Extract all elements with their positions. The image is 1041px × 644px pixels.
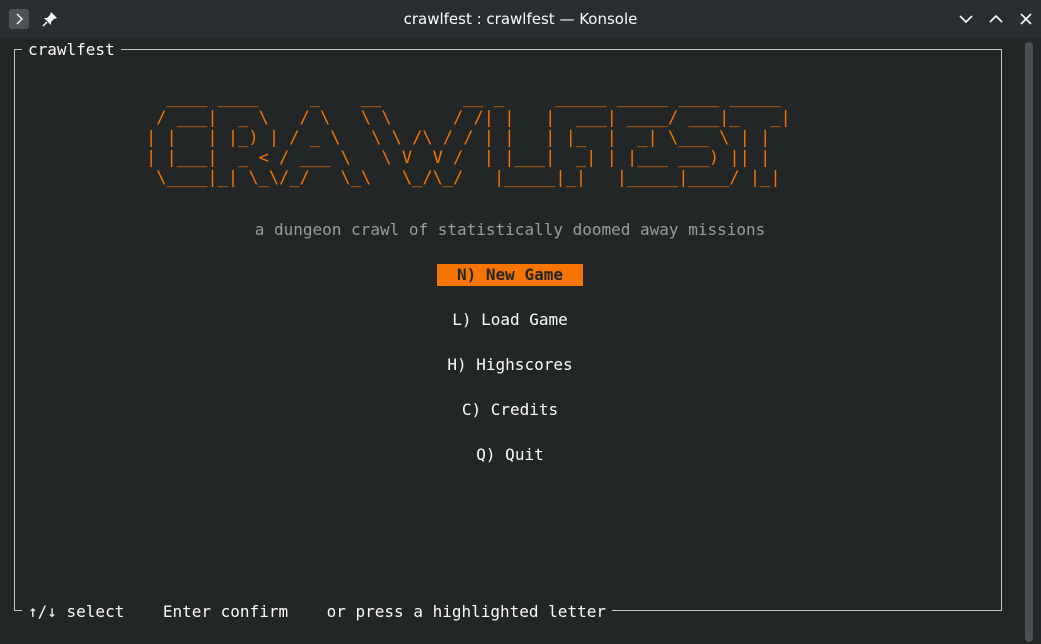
menu-item-new-game[interactable]: N) New Game [0, 264, 1020, 286]
minimize-button[interactable] [956, 9, 976, 29]
menu-item-highscores[interactable]: H) Highscores [0, 354, 1020, 376]
menu-item-label: Q) Quit [476, 445, 544, 464]
chevron-down-icon [959, 15, 973, 24]
chevron-up-icon [989, 14, 1003, 23]
menu-item-load-game[interactable]: L) Load Game [0, 309, 1020, 331]
frame-title: crawlfest [22, 40, 121, 60]
menu-item-label: C) Credits [461, 400, 559, 419]
menu-item-label: L) Load Game [452, 310, 568, 329]
menu-item-label: H) Highscores [447, 355, 573, 374]
close-icon [1020, 13, 1032, 25]
close-button[interactable] [1016, 9, 1036, 29]
window-titlebar: crawlfest : crawlfest — Konsole [0, 0, 1041, 38]
menu-item-credits[interactable]: C) Credits [0, 399, 1020, 421]
window-title: crawlfest : crawlfest — Konsole [403, 10, 638, 28]
maximize-button[interactable] [986, 9, 1006, 29]
scrollbar-thumb[interactable] [1025, 42, 1033, 642]
menu-item-label: N) New Game [437, 264, 583, 286]
terminal-scrollbar[interactable] [1021, 40, 1035, 642]
ascii-logo: ____ ____ _ __ __ _ _____ _____ ____ ___… [146, 88, 791, 188]
key-hints-footer: ↑/↓ select Enter confirm or press a high… [22, 602, 612, 622]
menu-item-quit[interactable]: Q) Quit [0, 444, 1020, 466]
tagline: a dungeon crawl of statistically doomed … [254, 220, 766, 239]
